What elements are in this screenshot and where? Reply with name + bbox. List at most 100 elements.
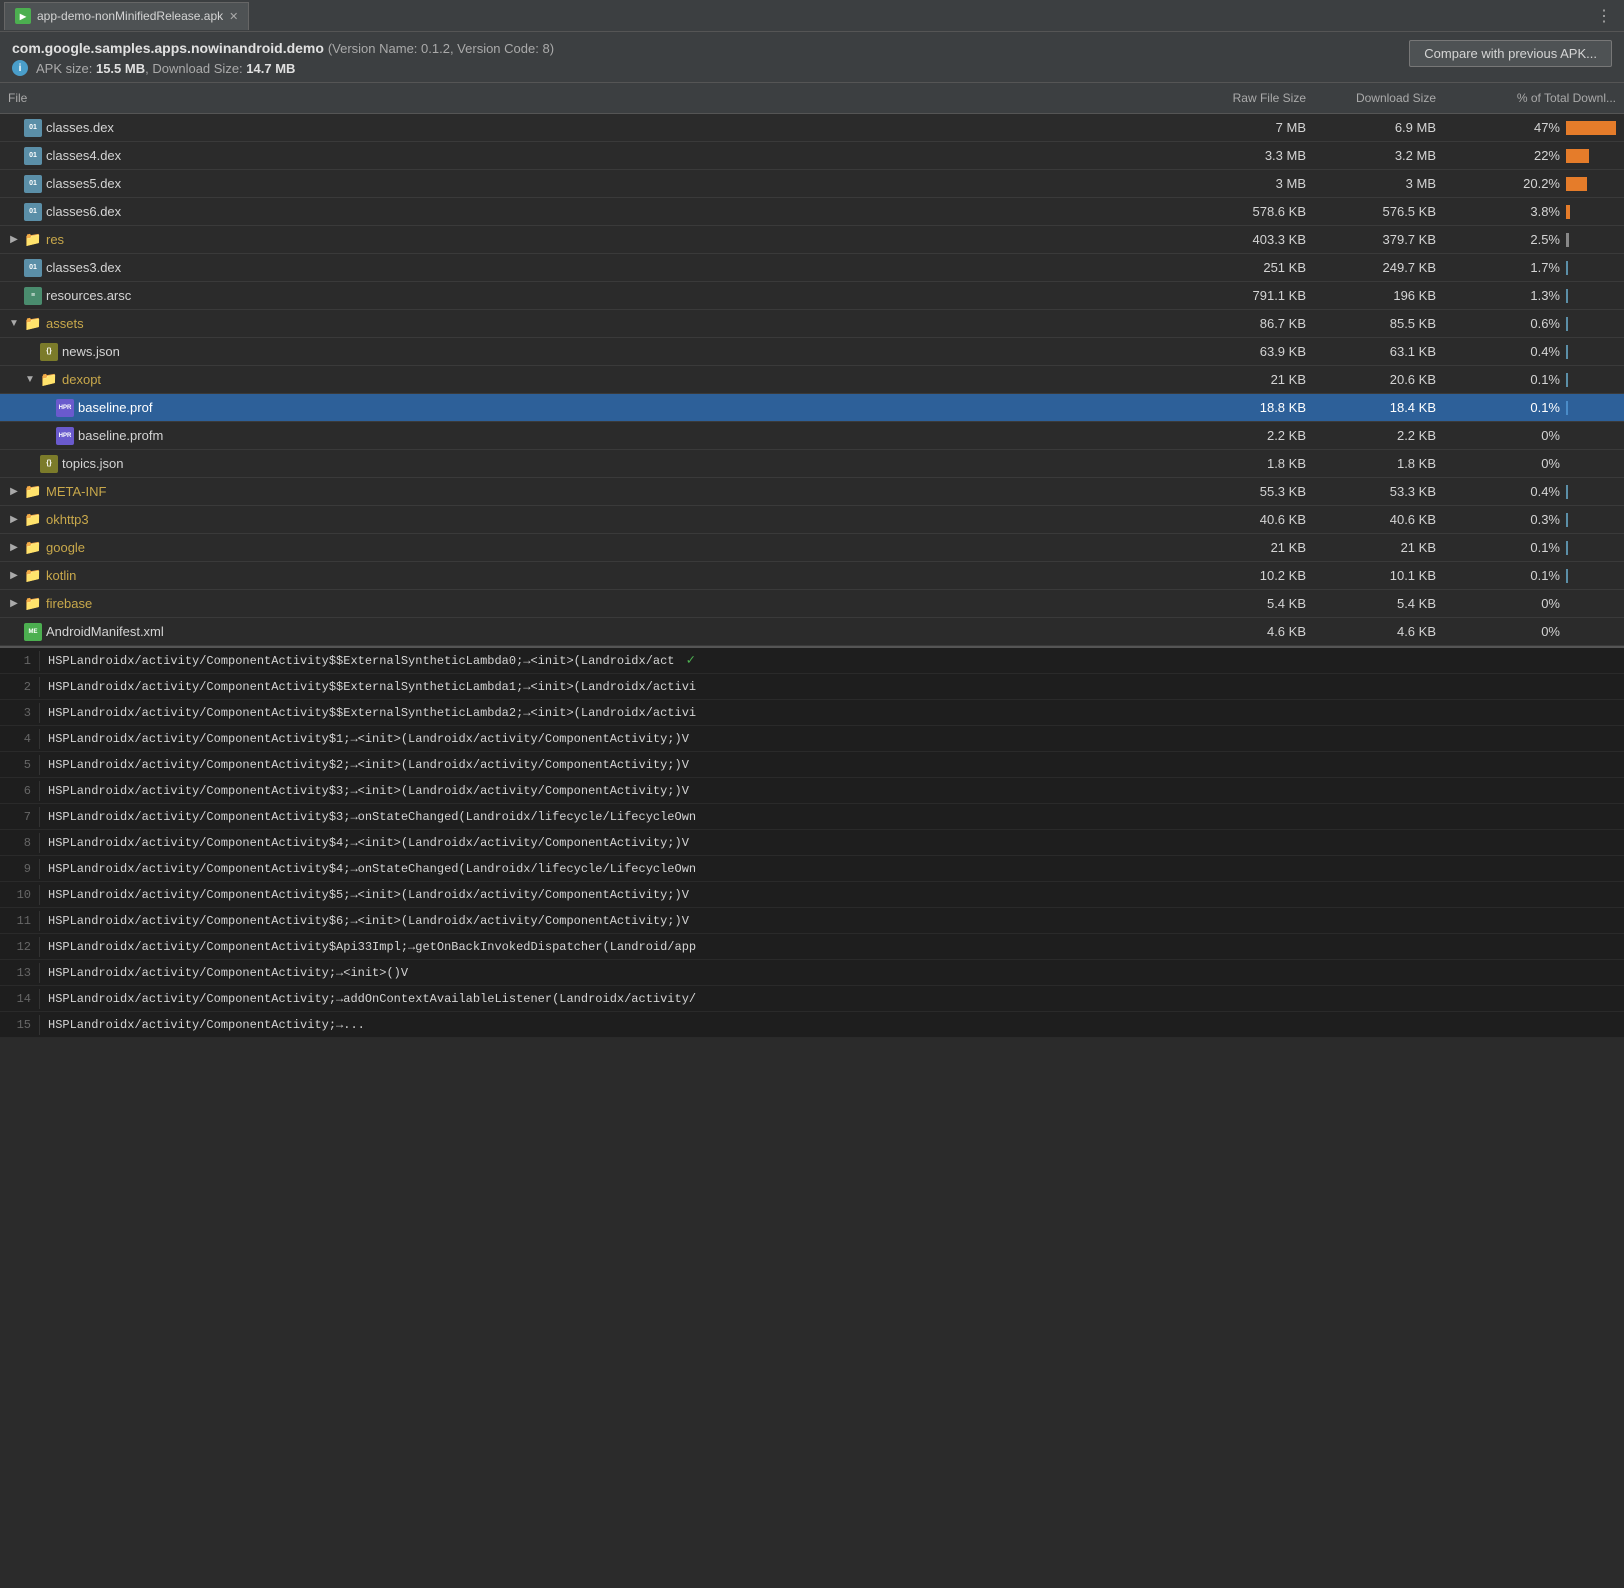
table-row[interactable]: ▶📁firebase5.4 KB5.4 KB0% <box>0 590 1624 618</box>
code-content: HSPLandroidx/activity/ComponentActivity;… <box>40 963 416 983</box>
table-row[interactable]: MEAndroidManifest.xml4.6 KB4.6 KB0% <box>0 618 1624 646</box>
file-name: okhttp3 <box>46 512 89 527</box>
dl-size-cell: 3 MB <box>1314 173 1444 194</box>
tab-close-button[interactable]: ✕ <box>229 10 238 23</box>
code-line[interactable]: 6HSPLandroidx/activity/ComponentActivity… <box>0 778 1624 804</box>
info-icon: i <box>12 60 28 76</box>
dl-size-cell: 10.1 KB <box>1314 565 1444 586</box>
raw-size-cell: 3 MB <box>1184 173 1314 194</box>
dl-size-cell: 379.7 KB <box>1314 229 1444 250</box>
table-row[interactable]: ▶📁kotlin10.2 KB10.1 KB0.1% <box>0 562 1624 590</box>
file-icon: HPR <box>56 399 74 417</box>
file-icon: ME <box>24 623 42 641</box>
line-number: 2 <box>0 677 40 697</box>
table-row[interactable]: {}topics.json1.8 KB1.8 KB0% <box>0 450 1624 478</box>
line-number: 5 <box>0 755 40 775</box>
table-row[interactable]: ▶📁META-INF55.3 KB53.3 KB0.4% <box>0 478 1624 506</box>
code-line[interactable]: 15HSPLandroidx/activity/ComponentActivit… <box>0 1012 1624 1038</box>
percentage-bar <box>1566 569 1568 583</box>
dl-size-cell: 21 KB <box>1314 537 1444 558</box>
code-line[interactable]: 14HSPLandroidx/activity/ComponentActivit… <box>0 986 1624 1012</box>
bar-wrapper <box>1566 177 1616 191</box>
table-row[interactable]: 01classes3.dex251 KB249.7 KB1.7% <box>0 254 1624 282</box>
expand-arrow[interactable]: ▶ <box>8 542 20 554</box>
code-line[interactable]: 8HSPLandroidx/activity/ComponentActivity… <box>0 830 1624 856</box>
pct-text: 47% <box>1518 120 1560 135</box>
code-line[interactable]: 11HSPLandroidx/activity/ComponentActivit… <box>0 908 1624 934</box>
expand-arrow <box>8 150 20 162</box>
pct-text: 0.4% <box>1518 344 1560 359</box>
code-line[interactable]: 12HSPLandroidx/activity/ComponentActivit… <box>0 934 1624 960</box>
expand-arrow <box>8 122 20 134</box>
pct-cell: 0.1% <box>1444 565 1624 586</box>
table-row[interactable]: 01classes.dex7 MB6.9 MB47% <box>0 114 1624 142</box>
raw-size-cell: 21 KB <box>1184 537 1314 558</box>
expand-arrow <box>8 206 20 218</box>
raw-size-cell: 5.4 KB <box>1184 593 1314 614</box>
table-body: 01classes.dex7 MB6.9 MB47% 01classes4.de… <box>0 114 1624 646</box>
expand-arrow <box>8 290 20 302</box>
code-content: HSPLandroidx/activity/ComponentActivity;… <box>40 989 704 1009</box>
percentage-bar <box>1566 373 1568 387</box>
code-line[interactable]: 10HSPLandroidx/activity/ComponentActivit… <box>0 882 1624 908</box>
pct-cell: 0% <box>1444 425 1624 446</box>
table-row[interactable]: HPRbaseline.profm2.2 KB2.2 KB0% <box>0 422 1624 450</box>
table-row[interactable]: 01classes4.dex3.3 MB3.2 MB22% <box>0 142 1624 170</box>
expand-arrow <box>40 430 52 442</box>
code-line[interactable]: 9HSPLandroidx/activity/ComponentActivity… <box>0 856 1624 882</box>
file-icon: {} <box>40 455 58 473</box>
expand-arrow[interactable]: ▼ <box>8 318 20 330</box>
file-icon: 01 <box>24 203 42 221</box>
raw-size-cell: 40.6 KB <box>1184 509 1314 530</box>
pct-text: 0.1% <box>1518 568 1560 583</box>
percentage-bar <box>1566 317 1568 331</box>
bar-wrapper <box>1566 569 1616 583</box>
pct-text: 0% <box>1518 624 1560 639</box>
code-line[interactable]: 4HSPLandroidx/activity/ComponentActivity… <box>0 726 1624 752</box>
table-row[interactable]: ▼📁assets86.7 KB85.5 KB0.6% <box>0 310 1624 338</box>
table-row[interactable]: ▶📁google21 KB21 KB0.1% <box>0 534 1624 562</box>
tab-menu-button[interactable]: ⋮ <box>1588 6 1620 26</box>
tab-apk[interactable]: ▶ app-demo-nonMinifiedRelease.apk ✕ <box>4 2 249 30</box>
file-name: topics.json <box>62 456 123 471</box>
pct-text: 0.3% <box>1518 512 1560 527</box>
table-row[interactable]: 01classes6.dex578.6 KB576.5 KB3.8% <box>0 198 1624 226</box>
code-line[interactable]: 7HSPLandroidx/activity/ComponentActivity… <box>0 804 1624 830</box>
code-line[interactable]: 5HSPLandroidx/activity/ComponentActivity… <box>0 752 1624 778</box>
code-line[interactable]: 3HSPLandroidx/activity/ComponentActivity… <box>0 700 1624 726</box>
table-row[interactable]: 01classes5.dex3 MB3 MB20.2% <box>0 170 1624 198</box>
dl-size-cell: 4.6 KB <box>1314 621 1444 642</box>
expand-arrow[interactable]: ▶ <box>8 514 20 526</box>
pct-cell: 2.5% <box>1444 229 1624 250</box>
expand-arrow[interactable]: ▶ <box>8 486 20 498</box>
percentage-bar <box>1566 289 1568 303</box>
table-header: File Raw File Size Download Size % of To… <box>0 83 1624 114</box>
table-row[interactable]: HPRbaseline.prof18.8 KB18.4 KB0.1% <box>0 394 1624 422</box>
expand-arrow[interactable]: ▶ <box>8 234 20 246</box>
table-row[interactable]: ▶📁res403.3 KB379.7 KB2.5% <box>0 226 1624 254</box>
table-row[interactable]: ▼📁dexopt21 KB20.6 KB0.1% <box>0 366 1624 394</box>
table-row[interactable]: ≡resources.arsc791.1 KB196 KB1.3% <box>0 282 1624 310</box>
dl-size-cell: 63.1 KB <box>1314 341 1444 362</box>
pct-text: 0.4% <box>1518 484 1560 499</box>
file-name: dexopt <box>62 372 101 387</box>
bar-wrapper <box>1566 149 1616 163</box>
raw-size-cell: 4.6 KB <box>1184 621 1314 642</box>
raw-size-cell: 251 KB <box>1184 257 1314 278</box>
code-line[interactable]: 13HSPLandroidx/activity/ComponentActivit… <box>0 960 1624 986</box>
expand-arrow[interactable]: ▶ <box>8 598 20 610</box>
pct-text: 0% <box>1518 428 1560 443</box>
expand-arrow[interactable]: ▶ <box>8 570 20 582</box>
line-number: 1 <box>0 651 40 671</box>
compare-button[interactable]: Compare with previous APK... <box>1409 40 1612 67</box>
dl-size-cell: 576.5 KB <box>1314 201 1444 222</box>
line-number: 10 <box>0 885 40 905</box>
table-row[interactable]: {}news.json63.9 KB63.1 KB0.4% <box>0 338 1624 366</box>
expand-arrow[interactable]: ▼ <box>24 374 36 386</box>
code-line[interactable]: 1HSPLandroidx/activity/ComponentActivity… <box>0 648 1624 674</box>
raw-size-cell: 7 MB <box>1184 117 1314 138</box>
file-name: classes4.dex <box>46 148 121 163</box>
table-row[interactable]: ▶📁okhttp340.6 KB40.6 KB0.3% <box>0 506 1624 534</box>
file-table: File Raw File Size Download Size % of To… <box>0 83 1624 646</box>
code-line[interactable]: 2HSPLandroidx/activity/ComponentActivity… <box>0 674 1624 700</box>
